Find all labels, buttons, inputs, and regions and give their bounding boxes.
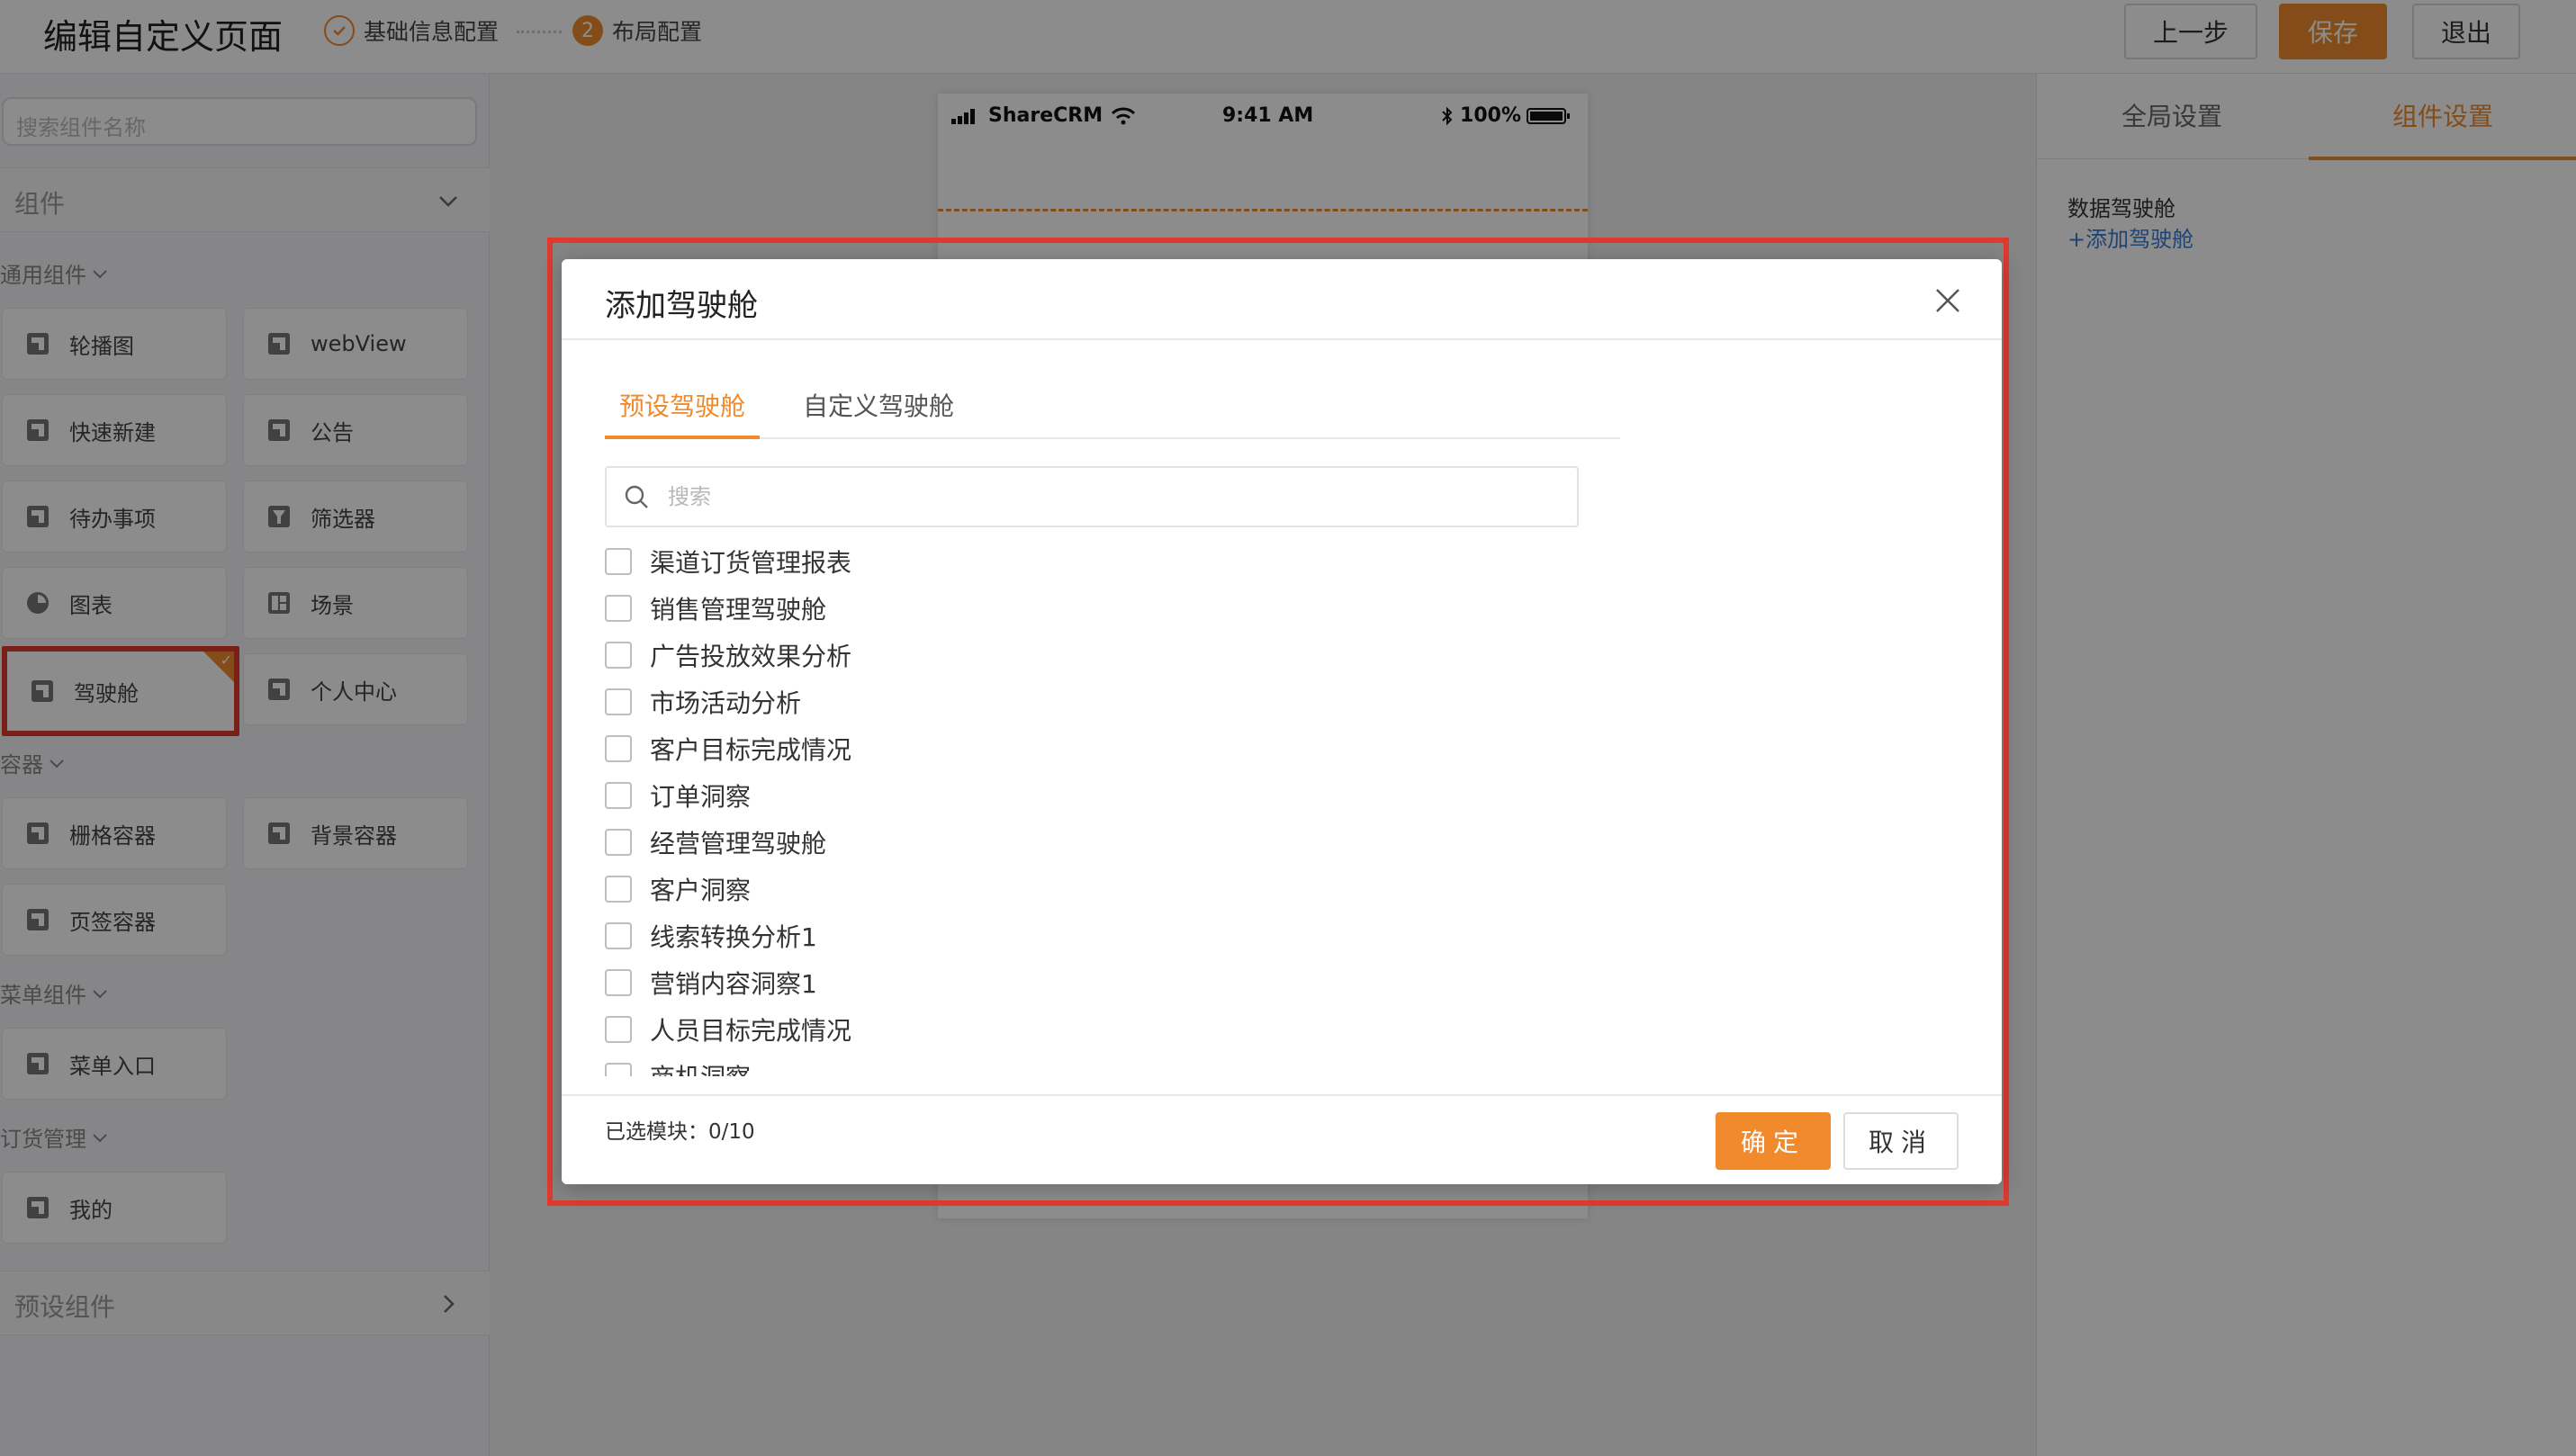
checkbox[interactable]: [605, 1063, 632, 1076]
list-item[interactable]: 客户目标完成情况: [605, 731, 851, 767]
checkbox[interactable]: [605, 782, 632, 809]
checkbox[interactable]: [605, 829, 632, 856]
list-item[interactable]: 线索转换分析1: [605, 918, 817, 954]
dialog-footer-divider: [562, 1094, 2002, 1096]
list-item[interactable]: 广告投放效果分析: [605, 637, 851, 673]
list-item-label: 线索转换分析1: [650, 922, 817, 952]
list-item[interactable]: 商机洞察: [605, 1058, 751, 1076]
list-item[interactable]: 客户洞察: [605, 871, 751, 907]
checkbox[interactable]: [605, 876, 632, 903]
checkbox[interactable]: [605, 922, 632, 949]
list-item[interactable]: 人员目标完成情况: [605, 1011, 851, 1047]
cancel-button[interactable]: 取消: [1843, 1112, 1959, 1170]
list-item-label: 销售管理驾驶舱: [650, 595, 827, 625]
cockpit-list: 渠道订货管理报表 销售管理驾驶舱 广告投放效果分析 市场活动分析 客户目标完成情…: [605, 533, 1595, 1076]
list-item[interactable]: 经营管理驾驶舱: [605, 824, 826, 860]
list-item[interactable]: 营销内容洞察1: [605, 965, 817, 1001]
checkbox[interactable]: [605, 595, 632, 622]
active-tab-indicator: [605, 436, 760, 439]
list-item-label: 订单洞察: [650, 782, 752, 812]
list-item-label: 商机洞察: [650, 1058, 751, 1076]
close-icon[interactable]: [1930, 283, 1966, 319]
checkbox[interactable]: [605, 548, 632, 575]
list-item-label: 市场活动分析: [650, 688, 802, 718]
list-item-label: 客户目标完成情况: [650, 735, 852, 765]
confirm-button[interactable]: 确定: [1716, 1112, 1831, 1170]
list-item-label: 客户洞察: [650, 876, 752, 905]
list-item-label: 人员目标完成情况: [650, 1016, 852, 1046]
checkbox[interactable]: [605, 1016, 632, 1043]
tab-preset-cockpit[interactable]: 预设驾驶舱: [619, 387, 745, 423]
dialog-title: 添加驾驶舱: [605, 288, 758, 324]
cockpit-search-input[interactable]: [666, 483, 1480, 510]
dialog-header-divider: [562, 338, 2002, 340]
list-item-label: 广告投放效果分析: [650, 642, 852, 671]
list-item[interactable]: 渠道订货管理报表: [605, 544, 851, 580]
checkbox[interactable]: [605, 642, 632, 669]
list-item[interactable]: 订单洞察: [605, 777, 751, 813]
checkbox[interactable]: [605, 969, 632, 996]
list-item[interactable]: 销售管理驾驶舱: [605, 590, 826, 626]
list-item-label: 营销内容洞察1: [650, 969, 817, 999]
search-icon: [625, 485, 648, 508]
selected-count-value: 0/10: [708, 1120, 755, 1144]
selected-count: 已选模块：0/10: [605, 1114, 755, 1145]
checkbox[interactable]: [605, 688, 632, 715]
list-item-label: 渠道订货管理报表: [650, 548, 852, 578]
checkbox[interactable]: [605, 735, 632, 762]
cockpit-search-box[interactable]: [605, 466, 1579, 527]
add-cockpit-dialog: 添加驾驶舱 预设驾驶舱 自定义驾驶舱 渠道订货管理报表 销售管理驾驶舱 广告投放…: [562, 259, 2002, 1184]
list-item-label: 经营管理驾驶舱: [650, 829, 827, 858]
selected-count-label: 已选模块：: [605, 1120, 708, 1144]
tab-custom-cockpit[interactable]: 自定义驾驶舱: [803, 387, 954, 423]
list-item[interactable]: 市场活动分析: [605, 684, 801, 720]
